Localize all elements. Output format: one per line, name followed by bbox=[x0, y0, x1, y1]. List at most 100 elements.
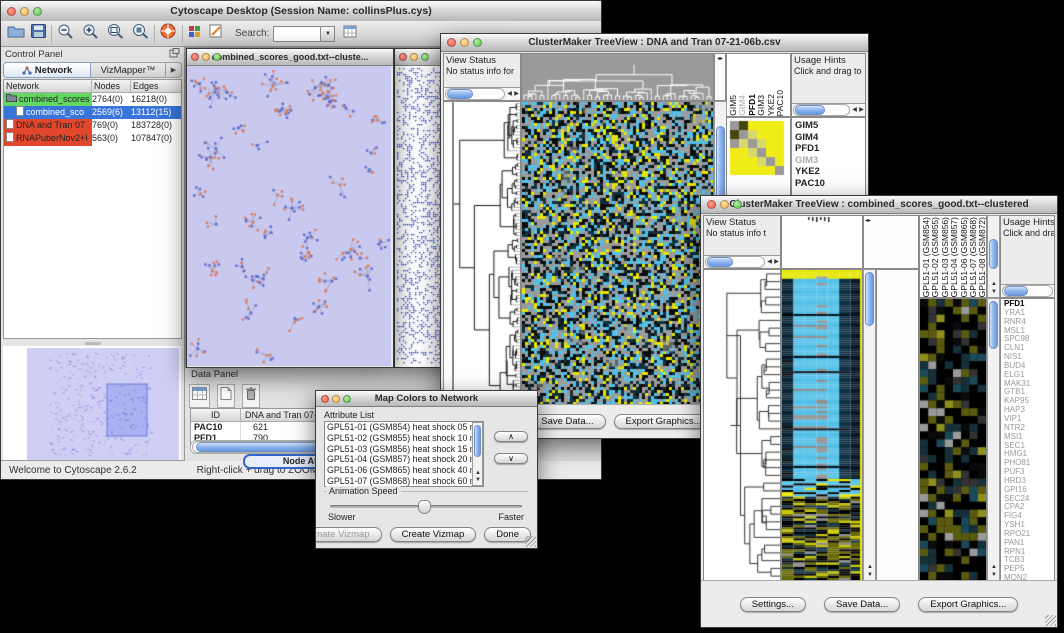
zoom-button[interactable] bbox=[733, 200, 742, 209]
tv2-array-dendrogram-canvas[interactable] bbox=[782, 216, 862, 268]
attribute-list-item[interactable]: GPL51-01 (GSM854) heat shock 05 min bbox=[327, 422, 483, 433]
zoom-selected-icon[interactable] bbox=[132, 23, 149, 44]
document-icon bbox=[6, 119, 14, 133]
scroll-right-icon[interactable]: ▶ bbox=[773, 259, 780, 266]
search-dropdown-button[interactable]: ▼ bbox=[321, 26, 335, 42]
minimize-button[interactable] bbox=[202, 53, 210, 61]
column-label[interactable]: GIM4 bbox=[738, 95, 747, 116]
attribute-browser-icon[interactable] bbox=[188, 25, 201, 43]
tv2-heatmap-vscrollbar[interactable]: ▲▼ bbox=[863, 269, 876, 581]
network-table-row[interactable]: DNA and Tran 07 769(0) 183728(0) bbox=[4, 119, 181, 132]
annotation-icon[interactable] bbox=[209, 24, 223, 43]
gene-label[interactable]: PAC10 bbox=[795, 178, 865, 190]
attribute-list-item[interactable]: GPL51-02 (GSM855) heat shock 10 min bbox=[327, 433, 483, 444]
zoom-button[interactable] bbox=[343, 395, 351, 403]
create-vizmap-button[interactable]: Create Vizmap bbox=[390, 527, 477, 542]
help-lifering-icon[interactable] bbox=[160, 23, 177, 44]
tv1-hints-scrollbar[interactable]: ◀▶ bbox=[792, 103, 865, 116]
network-view-canvas[interactable] bbox=[187, 66, 391, 366]
close-button[interactable] bbox=[7, 7, 16, 16]
birdseye-view-canvas[interactable] bbox=[3, 346, 181, 464]
tab-network[interactable]: Network bbox=[3, 62, 91, 78]
minimize-button[interactable] bbox=[332, 395, 340, 403]
tv2-hints-scrollbar[interactable] bbox=[1001, 284, 1054, 297]
network-table-row[interactable]: combined_sco 2569(6) 13112(15) bbox=[4, 106, 181, 119]
column-label[interactable]: GIM3 bbox=[757, 95, 766, 116]
panel-splitter[interactable] bbox=[85, 342, 101, 345]
scroll-left-icon[interactable]: ◀ bbox=[766, 259, 773, 266]
tv2-zoom-heatmap-canvas[interactable] bbox=[920, 299, 986, 580]
save-icon[interactable] bbox=[31, 24, 46, 43]
zoom-button[interactable] bbox=[213, 53, 221, 61]
attribute-list-item[interactable]: GPL51-06 (GSM865) heat shock 40 min bbox=[327, 465, 483, 476]
minimize-button[interactable] bbox=[460, 38, 469, 47]
zoom-button[interactable] bbox=[33, 7, 42, 16]
tab-vizmapper[interactable]: VizMapper™ bbox=[91, 62, 166, 78]
column-label[interactable]: GPL51-08 (GSM872) bbox=[978, 217, 987, 297]
close-button[interactable] bbox=[321, 395, 329, 403]
id-column-header[interactable]: ID bbox=[191, 409, 241, 421]
gene-label[interactable]: GIM3 bbox=[795, 155, 865, 167]
network-table-row[interactable]: RNAPuberNov2+I 563(0) 107847(0) bbox=[4, 132, 181, 145]
network-view-window: combined_scores_good.txt--cluste... bbox=[186, 48, 394, 368]
zoom-button[interactable] bbox=[473, 38, 482, 47]
delete-attribute-icon[interactable] bbox=[242, 384, 260, 408]
attribute-list-item[interactable]: GPL51-04 (GSM857) heat shock 20 min bbox=[327, 454, 483, 465]
tv1-gene-dendrogram-canvas[interactable] bbox=[454, 102, 520, 404]
minimize-button[interactable] bbox=[20, 7, 29, 16]
done-button[interactable]: Done bbox=[484, 527, 531, 542]
attribute-editor-icon[interactable] bbox=[343, 25, 357, 43]
treeview-button[interactable]: Export Graphics... bbox=[614, 414, 714, 429]
column-label[interactable]: PAC10 bbox=[776, 90, 785, 116]
slider-thumb[interactable] bbox=[418, 500, 431, 514]
tv1-array-dendrogram-canvas[interactable] bbox=[522, 54, 713, 100]
tv2-status-scrollbar[interactable]: ◀▶ bbox=[704, 255, 780, 268]
treeview-button[interactable]: Export Graphics... bbox=[918, 597, 1018, 612]
gene-label[interactable]: YKE2 bbox=[795, 166, 865, 178]
scroll-left-icon[interactable]: ◀ bbox=[851, 107, 858, 114]
treeview-button[interactable]: Save Data... bbox=[529, 414, 605, 429]
open-file-icon[interactable] bbox=[7, 24, 25, 43]
new-attribute-icon[interactable] bbox=[217, 384, 235, 408]
scroll-right-icon[interactable]: ▶ bbox=[858, 107, 865, 114]
tv1-status-scrollbar[interactable]: ◀▶ bbox=[444, 87, 520, 100]
minimize-button[interactable] bbox=[410, 53, 418, 61]
gene-label[interactable]: PFD1 bbox=[795, 143, 865, 155]
close-button[interactable] bbox=[707, 200, 716, 209]
scroll-left-icon[interactable]: ◀ bbox=[506, 91, 513, 98]
search-input[interactable] bbox=[273, 26, 321, 42]
tv2-zoom-vscrollbar[interactable]: ▲▼ bbox=[987, 298, 1000, 581]
move-up-button[interactable]: ∧ bbox=[494, 431, 528, 442]
tv2-labels-vscrollbar[interactable]: ▲▼ bbox=[987, 215, 1000, 298]
close-button[interactable] bbox=[447, 38, 456, 47]
column-label[interactable]: GPL51-04 (GSM857) bbox=[950, 217, 959, 297]
treeview-button[interactable]: Save Data... bbox=[824, 597, 900, 612]
tv2-gene-dendrogram-canvas[interactable] bbox=[704, 270, 780, 580]
close-button[interactable] bbox=[399, 53, 407, 61]
main-titlebar[interactable]: Cytoscape Desktop (Session Name: collins… bbox=[1, 1, 601, 22]
tab-overflow-button[interactable]: ▶ bbox=[166, 62, 182, 78]
float-panel-icon[interactable] bbox=[169, 45, 180, 63]
tv2-heatmap-canvas[interactable] bbox=[782, 270, 862, 580]
animate-vizmap-button[interactable]: Animate Vizmap bbox=[315, 527, 382, 542]
zoom-fit-icon[interactable] bbox=[107, 23, 124, 44]
network-table-row[interactable]: combined_scores 2764(0) 16218(0) bbox=[4, 93, 181, 106]
zoom-in-icon[interactable] bbox=[82, 23, 99, 44]
animation-speed-slider[interactable] bbox=[330, 505, 522, 508]
attribute-list-scrollbar[interactable]: ▲▼ bbox=[472, 422, 483, 486]
tv1-heatmap-canvas[interactable] bbox=[522, 102, 713, 404]
gene-label[interactable]: GIM4 bbox=[795, 132, 865, 144]
zoom-out-icon[interactable] bbox=[57, 23, 74, 44]
treeview-button[interactable]: Settings... bbox=[740, 597, 806, 612]
minimize-button[interactable] bbox=[720, 200, 729, 209]
zoom-button[interactable] bbox=[421, 53, 429, 61]
select-attributes-icon[interactable] bbox=[189, 384, 210, 408]
move-down-button[interactable]: ∨ bbox=[494, 453, 528, 464]
column-label[interactable]: GPL51-02 (GSM855) bbox=[931, 217, 940, 297]
tv1-zoom-heatmap-canvas[interactable] bbox=[727, 118, 790, 178]
close-button[interactable] bbox=[191, 53, 199, 61]
network-table-header[interactable]: Network Nodes Edges bbox=[4, 80, 181, 93]
scroll-right-icon[interactable]: ▶ bbox=[513, 91, 520, 98]
attribute-list-item[interactable]: GPL51-03 (GSM856) heat shock 15 min bbox=[327, 444, 483, 455]
gene-label[interactable]: GIM5 bbox=[795, 120, 865, 132]
